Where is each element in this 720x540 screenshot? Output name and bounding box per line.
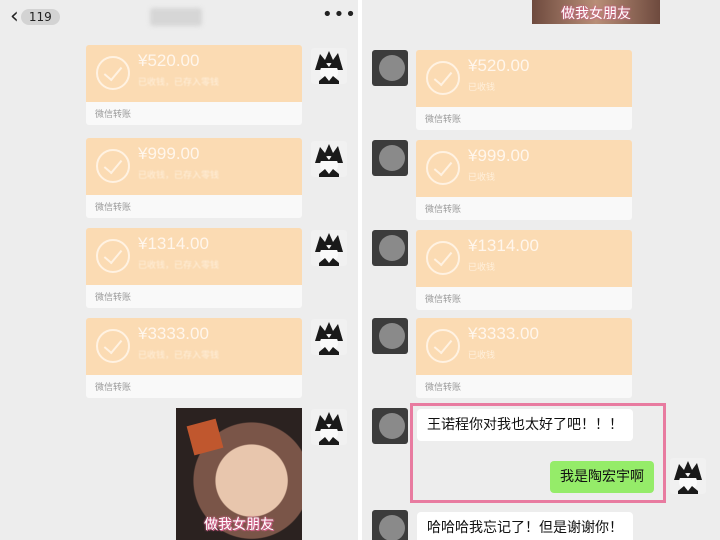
transfer-status: 已收钱 — [468, 351, 496, 361]
check-icon — [426, 241, 460, 275]
avatar-anime[interactable] — [311, 48, 347, 84]
anime-avatar-icon — [315, 233, 343, 266]
sticker-image[interactable]: 做我女朋友 — [176, 408, 302, 540]
transfer-label: 微信转账 — [86, 285, 302, 308]
avatar-redacted[interactable] — [372, 408, 408, 444]
avatar-anime[interactable] — [670, 458, 706, 494]
transfer-card[interactable]: ¥520.00 已收钱 微信转账 — [416, 50, 632, 130]
transfer-card[interactable]: ¥999.00 已收钱，已存入零钱 微信转账 — [86, 138, 302, 218]
transfer-label: 微信转账 — [86, 375, 302, 398]
avatar-redacted[interactable] — [372, 318, 408, 354]
anime-avatar-icon — [315, 144, 343, 177]
transfer-card[interactable]: ¥1314.00 已收钱，已存入零钱 微信转账 — [86, 228, 302, 308]
check-icon — [96, 149, 130, 183]
sticker-caption: 做我女朋友 — [561, 6, 631, 22]
transfer-label: 微信转账 — [416, 375, 632, 398]
highlight-annotation-box — [410, 403, 666, 503]
transfer-status: 已收钱，已存入零钱 — [138, 351, 220, 361]
transfer-card[interactable]: ¥999.00 已收钱 微信转账 — [416, 140, 632, 220]
anime-avatar-icon — [674, 461, 702, 494]
unread-count-badge: 119 — [20, 9, 60, 25]
received-message-bubble[interactable]: 哈哈哈我忘记了！但是谢谢你！ — [417, 512, 633, 540]
transfer-amount: ¥999.00 — [138, 144, 200, 163]
transfer-amount: ¥3333.00 — [468, 324, 539, 343]
transfer-status: 已收钱 — [468, 83, 496, 93]
check-icon — [96, 329, 130, 363]
transfer-card[interactable]: ¥520.00 已收钱，已存入零钱 微信转账 — [86, 45, 302, 125]
transfer-status: 已收钱 — [468, 173, 496, 183]
avatar-anime[interactable] — [311, 141, 347, 177]
transfer-card[interactable]: ¥3333.00 已收钱，已存入零钱 微信转账 — [86, 318, 302, 398]
check-icon — [426, 61, 460, 95]
transfer-amount: ¥520.00 — [138, 51, 200, 70]
avatar-redacted[interactable] — [372, 140, 408, 176]
transfer-label: 微信转账 — [416, 197, 632, 220]
avatar-redacted[interactable] — [372, 510, 408, 540]
chat-panel-right: 做我女朋友 ¥520.00 已收钱 微信转账 ¥999.00 已收钱 微信转账 … — [362, 0, 720, 540]
transfer-amount: ¥520.00 — [468, 56, 530, 75]
transfer-status: 已收钱，已存入零钱 — [138, 261, 220, 271]
sticker-caption: 做我女朋友 — [204, 517, 274, 533]
transfer-label: 微信转账 — [416, 287, 632, 310]
transfer-status: 已收钱 — [468, 263, 496, 273]
transfer-amount: ¥1314.00 — [468, 236, 539, 255]
transfer-label: 微信转账 — [416, 107, 632, 130]
chat-title-redacted — [150, 8, 202, 26]
check-icon — [96, 56, 130, 90]
check-icon — [96, 239, 130, 273]
anime-avatar-icon — [315, 412, 343, 445]
transfer-status: 已收钱，已存入零钱 — [138, 171, 220, 181]
transfer-label: 微信转账 — [86, 102, 302, 125]
avatar-redacted[interactable] — [372, 50, 408, 86]
chat-header: ‹ 119 ••• — [0, 0, 358, 34]
avatar-anime[interactable] — [311, 409, 347, 445]
transfer-status: 已收钱，已存入零钱 — [138, 78, 220, 88]
avatar-anime[interactable] — [311, 319, 347, 355]
anime-avatar-icon — [315, 322, 343, 355]
avatar-anime[interactable] — [311, 230, 347, 266]
transfer-card[interactable]: ¥1314.00 已收钱 微信转账 — [416, 230, 632, 310]
chevron-left-icon: ‹ — [10, 4, 19, 29]
transfer-amount: ¥3333.00 — [138, 324, 209, 343]
check-icon — [426, 151, 460, 185]
back-button[interactable]: ‹ 119 — [10, 6, 66, 28]
transfer-label: 微信转账 — [86, 195, 302, 218]
transfer-amount: ¥999.00 — [468, 146, 530, 165]
transfer-card[interactable]: ¥3333.00 已收钱 微信转账 — [416, 318, 632, 398]
more-options-icon[interactable]: ••• — [322, 4, 357, 25]
chat-panel-left: ‹ 119 ••• ¥520.00 已收钱，已存入零钱 微信转账 ¥999.00… — [0, 0, 358, 540]
avatar-redacted[interactable] — [372, 230, 408, 266]
check-icon — [426, 329, 460, 363]
transfer-amount: ¥1314.00 — [138, 234, 209, 253]
anime-avatar-icon — [315, 51, 343, 84]
sticker-flag — [186, 418, 224, 456]
sticker-image[interactable]: 做我女朋友 — [532, 0, 660, 24]
